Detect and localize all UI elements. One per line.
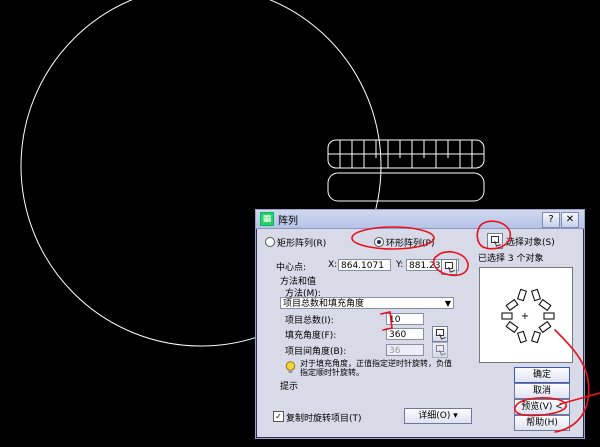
rotate-items-label: 复制时旋转项目(T) [286, 414, 362, 424]
rect-array-label: 矩形阵列(R) [277, 239, 327, 249]
preview-item [530, 288, 542, 302]
preview-item [530, 330, 542, 344]
preview-item [505, 298, 519, 312]
y-label: Y: [396, 260, 404, 270]
method-select[interactable]: 项目总数和填充角度 ▼ [280, 297, 454, 309]
method-selected-value: 项目总数和填充角度 [283, 299, 365, 309]
help-button-bottom[interactable]: 帮助(H) [514, 415, 570, 431]
fill-angle-field[interactable]: 360 [386, 328, 424, 340]
dialog-title: 阵列 [278, 215, 298, 227]
lightbulb-icon [285, 361, 296, 373]
pick-center-button[interactable] [441, 259, 457, 275]
help-button[interactable]: ? [542, 212, 560, 228]
item-angle-field[interactable]: 36 [386, 344, 424, 356]
select-objects-button[interactable] [487, 233, 503, 249]
cancel-button[interactable]: 取消 [514, 383, 570, 399]
select-objects-label: 选择对象(S) [506, 238, 555, 248]
fill-angle-label: 填充角度(F): [285, 331, 337, 341]
preview-item [516, 288, 528, 302]
x-label: X: [328, 260, 338, 270]
app-icon: ▦ [260, 212, 274, 226]
pick-fill-angle-button[interactable] [432, 326, 448, 342]
center-point-label: 中心点: [276, 263, 307, 273]
tip-label: 提示 [280, 382, 299, 392]
rotate-items-checkbox[interactable]: ✓ [273, 411, 284, 422]
preview-graphic: + [501, 288, 555, 344]
segmented-block [327, 139, 485, 169]
preview-item [538, 320, 552, 334]
lower-rounded-block [327, 172, 485, 202]
ok-button[interactable]: 确定 [514, 367, 570, 383]
rect-array-radio[interactable] [265, 237, 275, 247]
preview-item [538, 298, 552, 312]
polar-array-label: 环形阵列(P) [386, 239, 435, 249]
preview-center-icon: + [521, 311, 529, 322]
details-button[interactable]: 详细(O) ▾ [404, 408, 472, 424]
pick-item-angle-button[interactable] [432, 342, 448, 358]
array-preview: + [479, 267, 573, 363]
close-button[interactable]: ✕ [561, 212, 579, 228]
preview-item [505, 320, 519, 334]
total-items-label: 项目总数(I): [285, 316, 334, 326]
item-angle-label: 项目间角度(B): [285, 347, 347, 357]
total-items-field[interactable]: 10 [386, 313, 424, 325]
tip-text: 对于填充角度，正值指定逆时针旋转，负值指定顺时针旋转。 [300, 359, 452, 377]
preview-button[interactable]: 预览(V) < [514, 399, 570, 415]
polar-array-radio[interactable] [374, 237, 384, 247]
chevron-down-icon: ▼ [444, 299, 451, 308]
selected-count: 已选择 3 个对象 [478, 254, 544, 264]
preview-item [516, 330, 528, 344]
center-x-field[interactable]: 864.1071 [338, 259, 391, 271]
preview-item [501, 312, 513, 320]
preview-item [543, 312, 555, 320]
array-dialog: ▦ 阵列 ? ✕ 矩形阵列(R) 环形阵列(P) 选择对象(S) 已选择 3 个… [255, 209, 585, 439]
dialog-titlebar: ▦ 阵列 ? ✕ [256, 210, 584, 229]
